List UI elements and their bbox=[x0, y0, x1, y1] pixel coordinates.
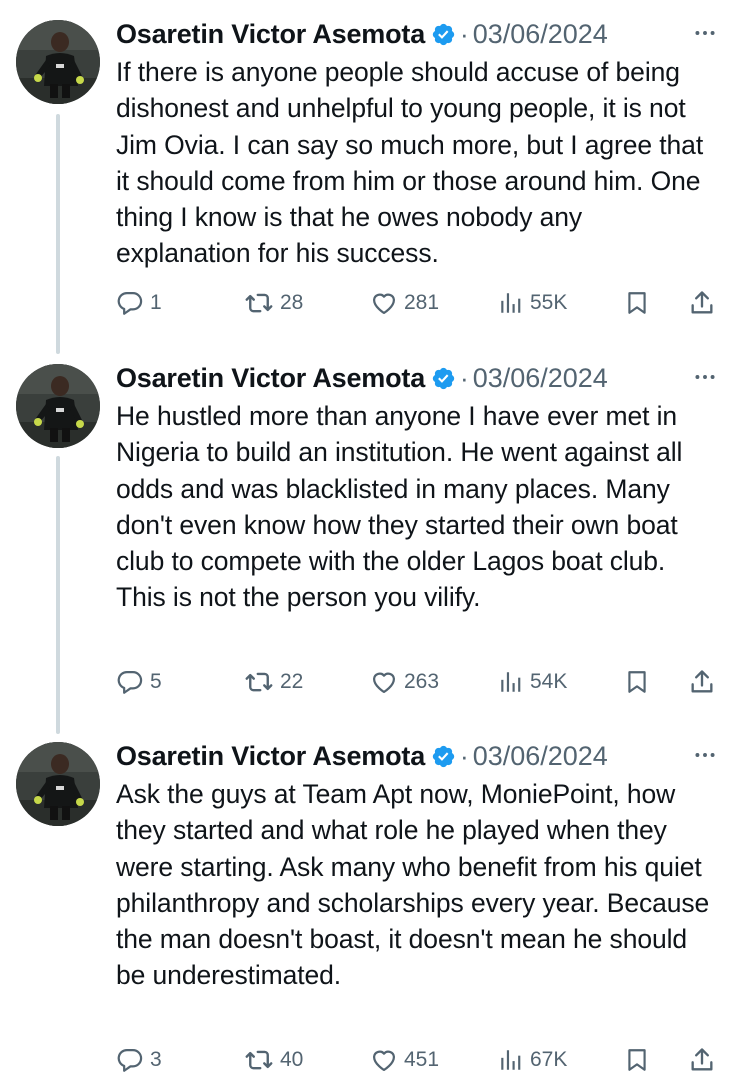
tweet-text: He hustled more than anyone I have ever … bbox=[116, 401, 683, 613]
tweet[interactable]: Osaretin Victor Asemota · 03/06/2024 If … bbox=[0, 0, 734, 340]
tweet-actions: 1 28 281 55K bbox=[116, 285, 718, 321]
like-count: 451 bbox=[404, 1048, 440, 1071]
bookmark-button[interactable] bbox=[624, 1042, 650, 1078]
repost-icon bbox=[244, 288, 274, 318]
views-count: 55K bbox=[530, 291, 568, 314]
repost-count: 22 bbox=[280, 670, 304, 693]
tweet-actions: 5 22 263 54K bbox=[116, 664, 718, 700]
repost-count: 28 bbox=[280, 291, 304, 314]
like-button[interactable]: 263 bbox=[370, 664, 439, 700]
repost-button[interactable]: 28 bbox=[244, 285, 303, 321]
share-button[interactable] bbox=[688, 664, 716, 700]
more-icon[interactable] bbox=[692, 364, 718, 390]
reply-button[interactable]: 3 bbox=[116, 1042, 162, 1078]
share-icon bbox=[688, 668, 716, 696]
bookmark-icon bbox=[624, 290, 650, 316]
avatar[interactable] bbox=[16, 742, 100, 826]
like-icon bbox=[370, 289, 398, 317]
tweet-header: Osaretin Victor Asemota · 03/06/2024 bbox=[116, 16, 718, 52]
bookmark-button[interactable] bbox=[624, 285, 650, 321]
like-icon bbox=[370, 1046, 398, 1074]
more-icon[interactable] bbox=[692, 20, 718, 46]
reply-count: 5 bbox=[150, 670, 162, 693]
tweet-date[interactable]: 03/06/2024 bbox=[473, 363, 608, 394]
share-button[interactable] bbox=[688, 1042, 716, 1078]
tweet[interactable]: Osaretin Victor Asemota · 03/06/2024 He … bbox=[0, 360, 734, 720]
tweet-date[interactable]: 03/06/2024 bbox=[473, 741, 608, 772]
verified-badge-icon bbox=[431, 22, 456, 47]
share-icon bbox=[688, 1046, 716, 1074]
separator: · bbox=[460, 362, 469, 393]
repost-button[interactable]: 40 bbox=[244, 1042, 303, 1078]
bookmark-icon bbox=[624, 1047, 650, 1073]
reply-icon bbox=[116, 668, 144, 696]
views-icon bbox=[498, 290, 524, 316]
verified-badge-icon bbox=[431, 366, 456, 391]
author-name[interactable]: Osaretin Victor Asemota bbox=[116, 741, 425, 772]
repost-icon bbox=[244, 1045, 274, 1075]
repost-icon bbox=[244, 667, 274, 697]
views-button[interactable]: 55K bbox=[498, 285, 567, 321]
bookmark-button[interactable] bbox=[624, 664, 650, 700]
like-button[interactable]: 451 bbox=[370, 1042, 439, 1078]
like-count: 263 bbox=[404, 670, 440, 693]
repost-button[interactable]: 22 bbox=[244, 664, 303, 700]
reply-button[interactable]: 5 bbox=[116, 664, 162, 700]
tweet-header: Osaretin Victor Asemota · 03/06/2024 bbox=[116, 738, 718, 774]
more-icon[interactable] bbox=[692, 742, 718, 768]
tweet-text: If there is anyone people should accuse … bbox=[116, 57, 704, 269]
reply-button[interactable]: 1 bbox=[116, 285, 162, 321]
reply-icon bbox=[116, 1046, 144, 1074]
thread: Osaretin Victor Asemota · 03/06/2024 If … bbox=[0, 0, 734, 1080]
avatar[interactable] bbox=[16, 20, 100, 104]
tweet-actions: 3 40 451 67K bbox=[116, 1042, 718, 1078]
tweet-text: Ask the guys at Team Apt now, MoniePoint… bbox=[116, 779, 710, 991]
like-button[interactable]: 281 bbox=[370, 285, 439, 321]
avatar[interactable] bbox=[16, 364, 100, 448]
views-icon bbox=[498, 669, 524, 695]
share-button[interactable] bbox=[688, 285, 716, 321]
separator: · bbox=[460, 18, 469, 49]
views-button[interactable]: 54K bbox=[498, 664, 567, 700]
bookmark-icon bbox=[624, 669, 650, 695]
tweet[interactable]: Osaretin Victor Asemota · 03/06/2024 Ask… bbox=[0, 738, 734, 1080]
views-icon bbox=[498, 1047, 524, 1073]
separator: · bbox=[460, 740, 469, 771]
author-name[interactable]: Osaretin Victor Asemota bbox=[116, 363, 425, 394]
views-count: 54K bbox=[530, 670, 568, 693]
tweet-header: Osaretin Victor Asemota · 03/06/2024 bbox=[116, 360, 718, 396]
like-icon bbox=[370, 668, 398, 696]
verified-badge-icon bbox=[431, 744, 456, 769]
reply-count: 3 bbox=[150, 1048, 162, 1071]
repost-count: 40 bbox=[280, 1048, 304, 1071]
views-count: 67K bbox=[530, 1048, 568, 1071]
views-button[interactable]: 67K bbox=[498, 1042, 567, 1078]
tweet-date[interactable]: 03/06/2024 bbox=[473, 19, 608, 50]
share-icon bbox=[688, 289, 716, 317]
author-name[interactable]: Osaretin Victor Asemota bbox=[116, 19, 425, 50]
reply-icon bbox=[116, 289, 144, 317]
reply-count: 1 bbox=[150, 291, 162, 314]
like-count: 281 bbox=[404, 291, 440, 314]
